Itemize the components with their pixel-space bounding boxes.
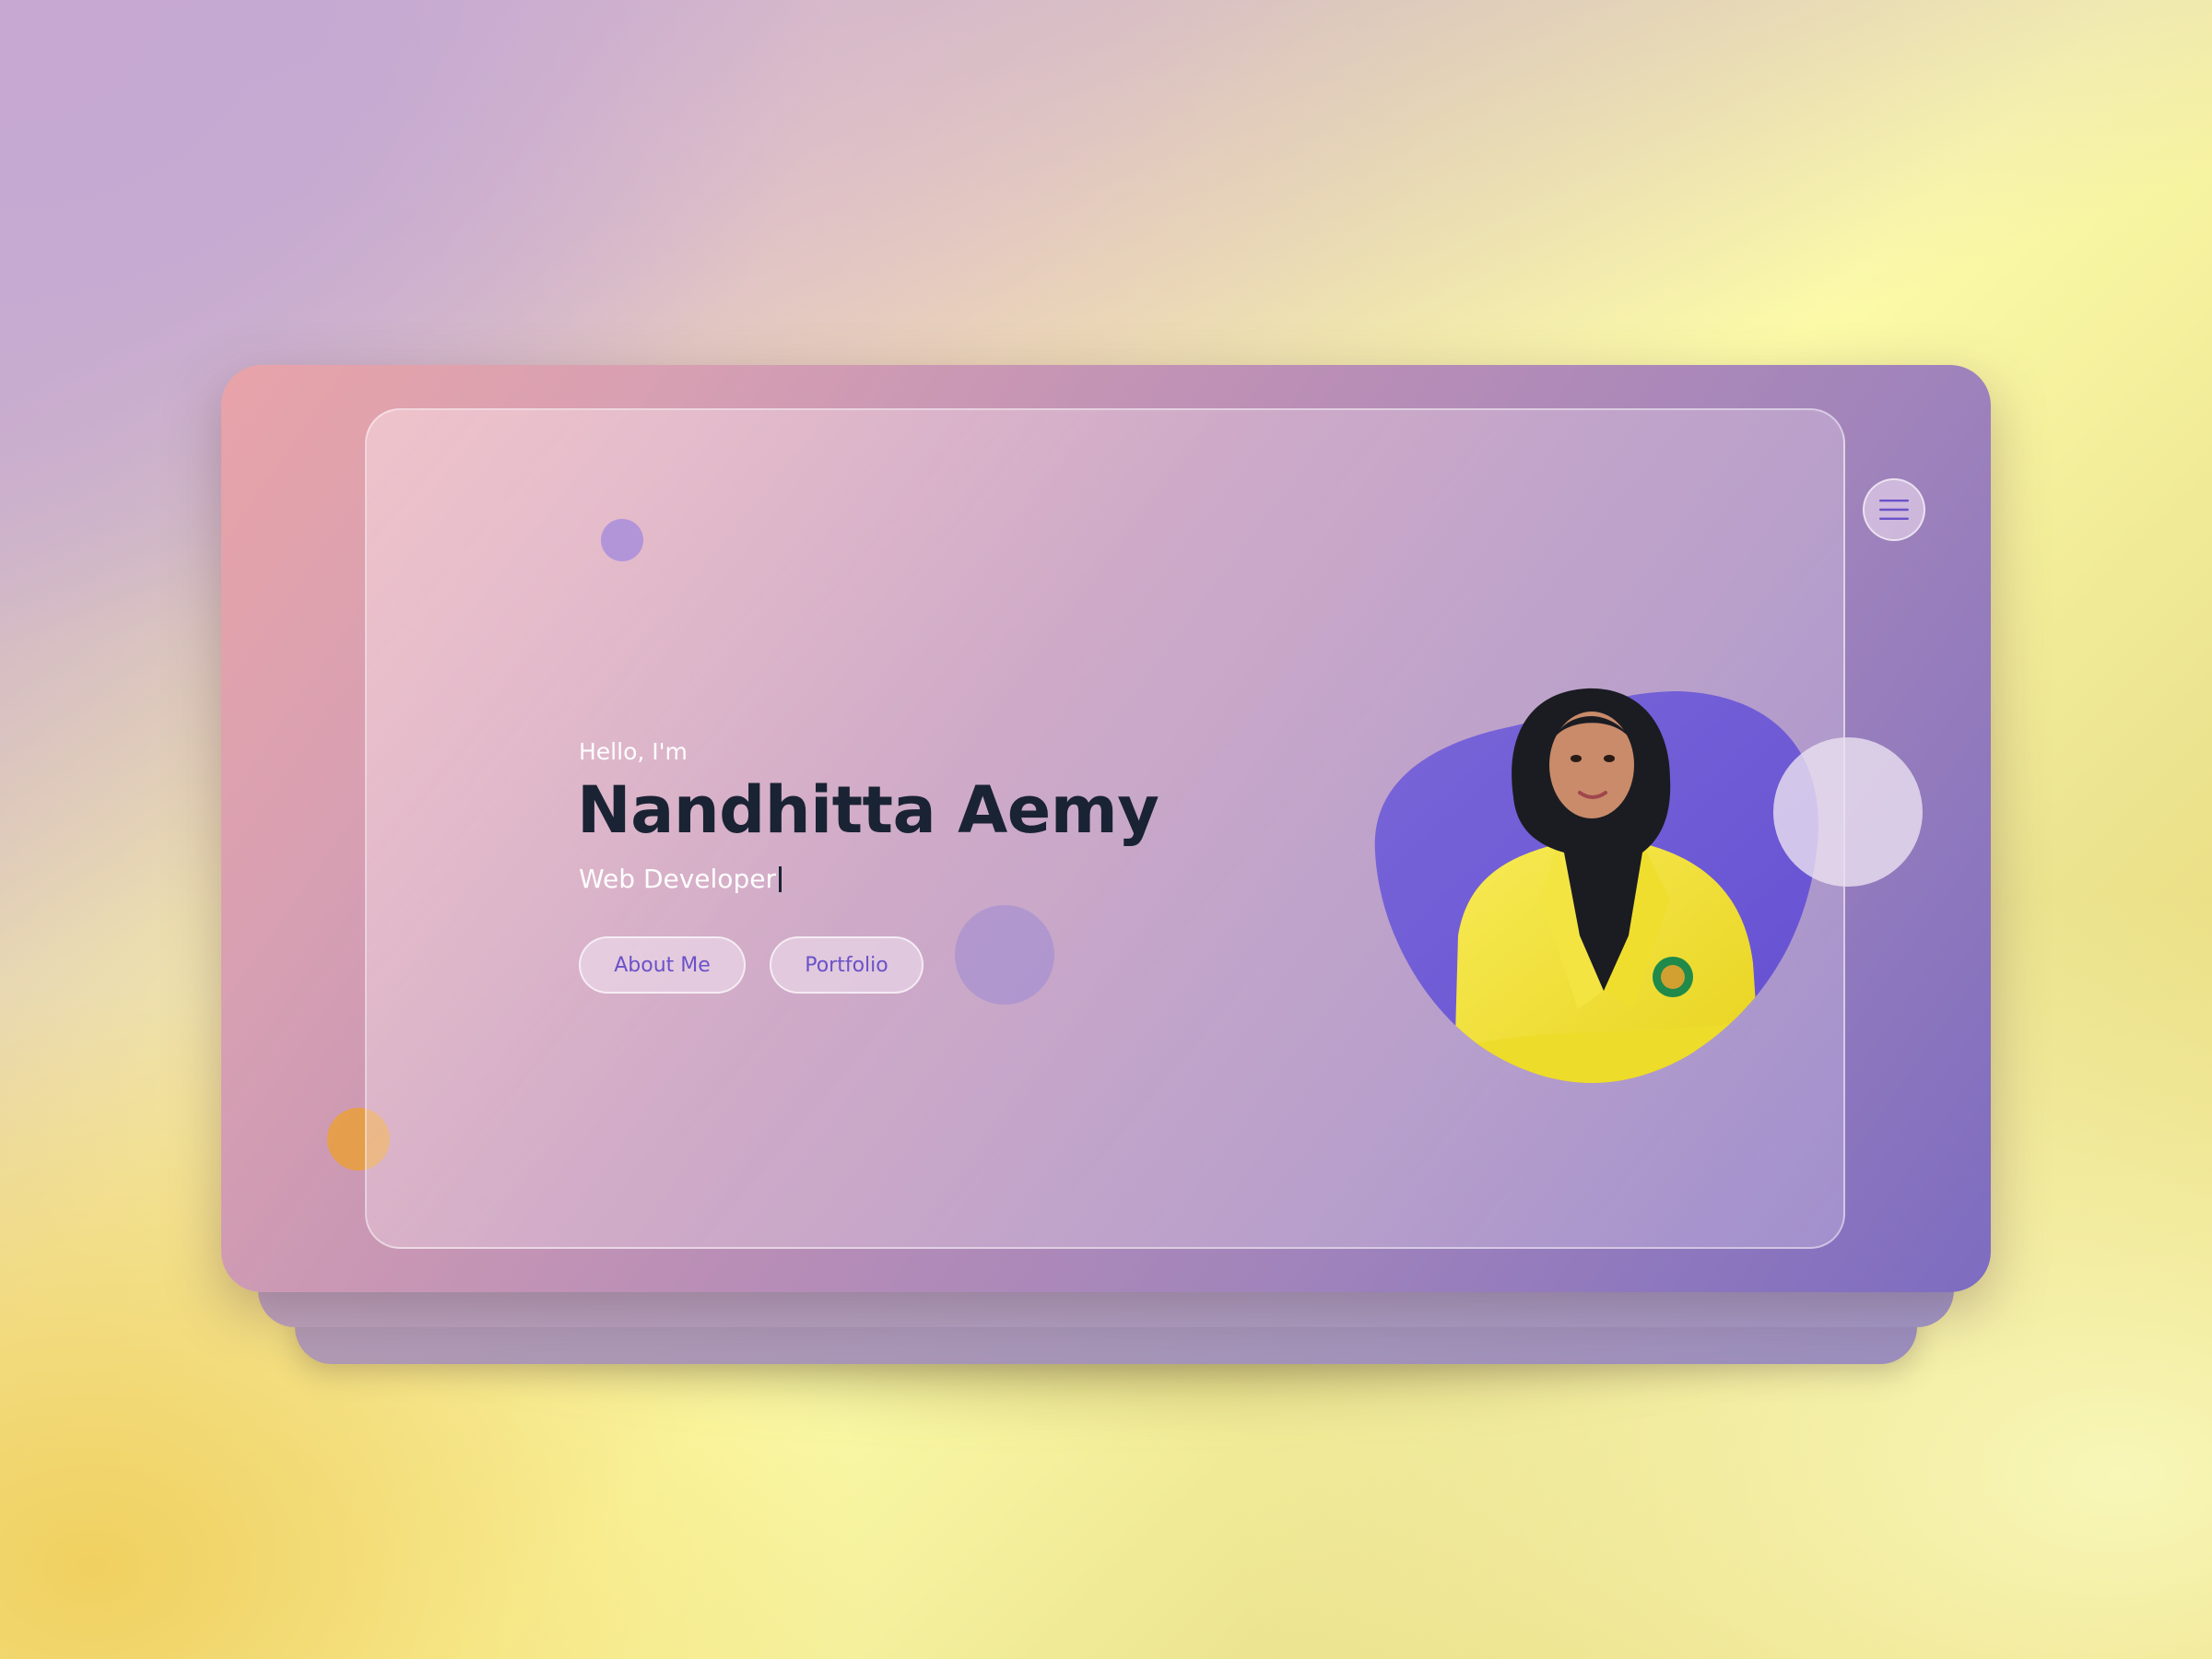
menu-button[interactable] <box>1863 478 1925 541</box>
decorative-white-circle <box>1773 737 1923 887</box>
greeting-text: Hello, I'm <box>579 738 688 765</box>
role-text: Web Developer <box>579 864 776 894</box>
hamburger-menu-icon <box>1879 500 1909 520</box>
decorative-purple-circle <box>955 905 1054 1005</box>
profile-portrait <box>1374 688 1818 1083</box>
typing-caret <box>778 866 782 892</box>
hero-card: Hello, I'm Nandhitta Aemy Web Developer … <box>221 365 1991 1292</box>
portfolio-button[interactable]: Portfolio <box>770 936 924 994</box>
hero-role: Web Developer <box>579 864 782 894</box>
logo-dot[interactable] <box>601 519 643 561</box>
about-me-button[interactable]: About Me <box>579 936 746 994</box>
glass-panel: Hello, I'm Nandhitta Aemy Web Developer … <box>365 408 1925 1249</box>
hero-name: Nandhitta Aemy <box>577 772 1159 848</box>
